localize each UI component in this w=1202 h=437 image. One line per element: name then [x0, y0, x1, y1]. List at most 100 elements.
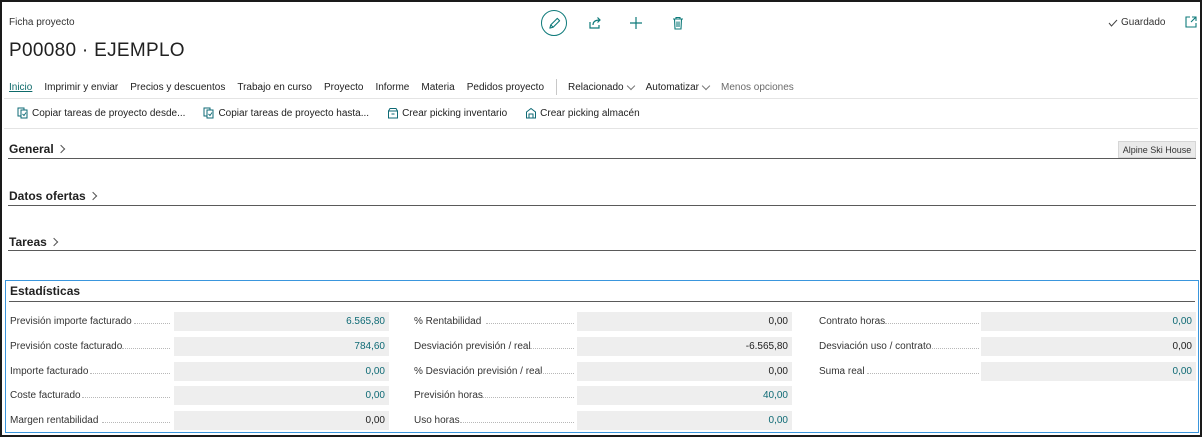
field-value[interactable]: 0,00: [577, 411, 792, 430]
section-general-title: General: [9, 142, 54, 156]
menu-project[interactable]: Proyecto: [324, 82, 363, 93]
chevron-right-icon: [49, 237, 59, 247]
field-forecast-hours: Previsión horas 40,00: [414, 386, 794, 405]
warehouse-pick-icon: [526, 107, 537, 119]
new-button[interactable]: [627, 14, 645, 32]
create-warehouse-pick-label: Crear picking almacén: [540, 107, 640, 119]
chevron-right-icon: [88, 191, 97, 201]
page-title: P00080 · EJEMPLO: [9, 40, 185, 61]
open-in-new-window-icon: [1185, 16, 1197, 28]
field-profit-margin: Margen rentabilidad 0,00: [10, 411, 390, 430]
field-value[interactable]: 0,00: [174, 386, 389, 405]
section-divider: [9, 301, 1195, 302]
section-divider: [8, 250, 1196, 251]
field-label: Coste facturado: [10, 390, 81, 401]
divider: [4, 128, 1198, 129]
field-forecast-actual-deviation-pct: % Desviación previsión / real 0,00: [414, 362, 794, 381]
menu-automate[interactable]: Automatizar: [645, 81, 711, 93]
leader-dots: [867, 373, 979, 374]
field-label: Previsión importe facturado: [10, 316, 132, 327]
field-profitability-pct: % Rentabilidad 0,00: [414, 312, 794, 331]
field-value[interactable]: 6.565,80: [174, 312, 389, 331]
menu-divider: [556, 79, 558, 95]
menu-home[interactable]: Inicio: [9, 82, 32, 93]
section-tasks-header[interactable]: Tareas: [9, 235, 1196, 249]
section-tasks[interactable]: Tareas: [8, 235, 1196, 251]
create-warehouse-pick-button[interactable]: Crear picking almacén: [525, 107, 640, 119]
field-usage-hours: Uso horas 0,00: [414, 411, 794, 430]
leader-dots: [102, 422, 170, 423]
leader-dots: [82, 397, 170, 398]
field-forecast-invoiced-amount: Previsión importe facturado 6.565,80: [10, 312, 390, 331]
trash-icon: [673, 16, 683, 30]
field-label: Contrato horas: [819, 316, 886, 327]
leader-dots: [486, 323, 574, 324]
leader-dots: [482, 397, 574, 398]
leader-dots: [885, 323, 979, 324]
section-statistics: Estadísticas Previsión importe facturado…: [5, 280, 1199, 433]
open-new-window-button[interactable]: [1184, 15, 1198, 29]
menu-prices-discounts[interactable]: Precios y descuentos: [130, 82, 225, 93]
leader-dots: [530, 348, 574, 349]
field-value[interactable]: 0,00: [174, 362, 389, 381]
copy-tasks-from-icon: [17, 107, 28, 119]
menu-report[interactable]: Informe: [375, 82, 409, 93]
plus-icon: [630, 17, 642, 29]
menu-related-label: Relacionado: [568, 81, 624, 93]
divider: [4, 98, 1198, 99]
field-value[interactable]: 40,00: [577, 386, 792, 405]
field-label: Margen rentabilidad: [10, 415, 99, 426]
saved-label: Guardado: [1121, 17, 1166, 28]
saved-status: Guardado: [1108, 17, 1165, 28]
section-offers-header[interactable]: Datos ofertas: [9, 189, 1196, 203]
delete-button[interactable]: [669, 14, 687, 32]
field-value: -6.565,80: [577, 337, 792, 356]
field-contract-hours: Contrato horas 0,00: [819, 312, 1199, 331]
share-button[interactable]: [586, 14, 604, 32]
edit-button[interactable]: [541, 10, 567, 36]
menu-related[interactable]: Relacionado: [568, 81, 635, 93]
action-menu-bar: Inicio Imprimir y enviar Precios y descu…: [9, 78, 806, 96]
leader-dots: [122, 348, 170, 349]
menu-project-orders[interactable]: Pedidos proyecto: [467, 82, 544, 93]
menu-print-send[interactable]: Imprimir y enviar: [44, 82, 118, 93]
leader-dots: [90, 373, 170, 374]
field-label: Previsión horas: [414, 390, 483, 401]
field-forecast-invoiced-cost: Previsión coste facturado 784,60: [10, 337, 390, 356]
field-value[interactable]: 0,00: [981, 362, 1196, 381]
chevron-down-icon: [626, 81, 635, 90]
copy-tasks-from-button[interactable]: Copiar tareas de proyecto desde...: [17, 107, 185, 119]
section-general-header[interactable]: General: [9, 142, 1196, 156]
menu-fewer-options[interactable]: Menos opciones: [721, 82, 794, 93]
chevron-down-icon: [701, 81, 711, 90]
pencil-icon: [548, 17, 560, 29]
create-inventory-pick-button[interactable]: Crear picking inventario: [387, 107, 507, 119]
field-value[interactable]: 0,00: [981, 312, 1196, 331]
section-divider: [8, 205, 1196, 206]
menu-item-materia[interactable]: Materia: [421, 82, 454, 93]
menu-automate-label: Automatizar: [645, 81, 699, 93]
section-tasks-title: Tareas: [9, 235, 47, 249]
create-inventory-pick-label: Crear picking inventario: [402, 107, 508, 119]
field-label: Desviación uso / contrato: [819, 341, 932, 352]
field-label: Uso horas: [414, 415, 460, 426]
field-label: Suma real: [819, 366, 865, 377]
command-bar: Copiar tareas de proyecto desde... Copia…: [17, 107, 658, 119]
field-value: 0,00: [981, 337, 1196, 356]
menu-wip[interactable]: Trabajo en curso: [237, 82, 312, 93]
copy-tasks-from-label: Copiar tareas de proyecto desde...: [32, 107, 186, 119]
company-badge: Alpine Ski House: [1118, 141, 1196, 158]
leader-dots: [134, 323, 170, 324]
field-label: % Rentabilidad: [414, 316, 482, 327]
section-general[interactable]: General: [8, 142, 1196, 159]
field-label: Previsión coste facturado: [10, 341, 123, 352]
field-value: 0,00: [577, 312, 792, 331]
field-label: Desviación previsión / real: [414, 341, 531, 352]
project-card-page: Ficha proyecto P00080 · EJEMPLO Guardado…: [0, 0, 1202, 437]
field-label: Importe facturado: [10, 366, 89, 377]
field-value[interactable]: 784,60: [174, 337, 389, 356]
section-statistics-title[interactable]: Estadísticas: [10, 284, 80, 298]
leader-dots: [540, 373, 574, 374]
section-offers[interactable]: Datos ofertas: [8, 189, 1196, 206]
copy-tasks-to-button[interactable]: Copiar tareas de proyecto hasta...: [203, 107, 369, 119]
